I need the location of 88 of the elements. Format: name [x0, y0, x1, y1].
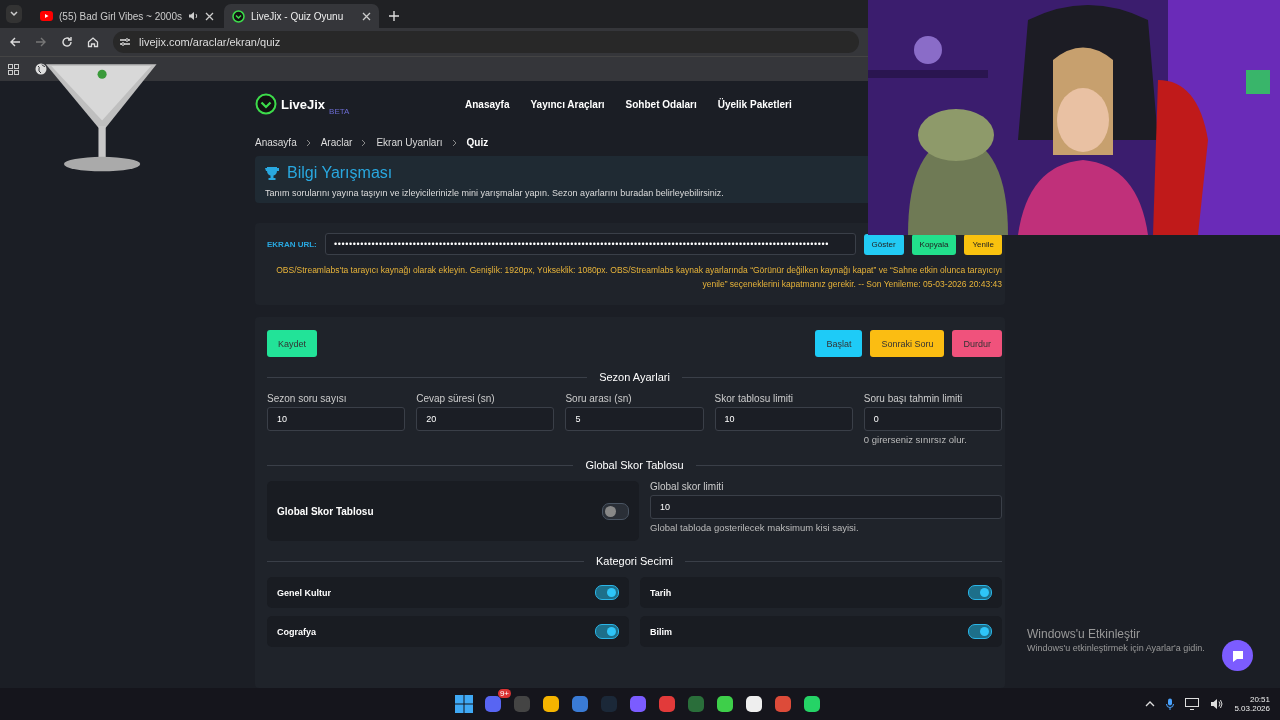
site-logo[interactable]: LiveJix	[281, 96, 326, 112]
action-button[interactable]: Kopyala	[911, 233, 957, 255]
toggle-switch[interactable]	[595, 585, 619, 600]
action-button[interactable]: Yenile	[964, 233, 1002, 255]
category-label: Genel Kultur	[277, 587, 331, 598]
close-icon[interactable]	[204, 11, 214, 21]
page-description: Tanım sorularını yayına taşıyın ve izleyicilerinizle mini yarışmalar yapın. Sezon ayarlarını buradan belirleyebilirsiniz.	[265, 188, 725, 198]
activation-text: Windows'u etkinleştirmek için Ayarlar'a gidin.	[1027, 643, 1205, 653]
site-logo-icon	[231, 9, 245, 23]
instruction-note: OBS/Streamlabs'ta tarayıcı kaynağı olarak ekleyin. Genişlik: 1920px, Yükseklik: 1080px. OBS/Streamlabs kaynak ayarlarında “Görünür değilken kaynağı kapat” ve “Sahne etkin olunca tarayıcıyı yenile” seçeneklerini kapatmanız gerekir. -- Son Yenileme: 05-03-2026 20:43:43	[275, 264, 1002, 291]
forward-icon[interactable]	[35, 36, 47, 48]
url-field[interactable]: ••••••••••••••••••••••••••••••••••••••••••••••••••••••••••••••••••••••••••••••••••••••••••••••••••••••••••••••••••••••••••••••••••••	[325, 233, 856, 255]
save-button[interactable]: Kaydet	[267, 330, 318, 357]
breadcrumb-link[interactable]: Araclar	[320, 137, 353, 148]
notification-badge: 9+	[497, 689, 511, 698]
number-field[interactable]: 0	[863, 407, 1002, 431]
start-icon[interactable]	[455, 695, 473, 713]
field-label: Cevap süresi (sn)	[416, 393, 496, 404]
breadcrumb-link[interactable]: Anasayfa	[255, 137, 297, 148]
number-field[interactable]: 10	[267, 407, 406, 431]
chevron-up-icon[interactable]	[1145, 700, 1156, 708]
chat-button[interactable]	[1222, 640, 1253, 671]
field-label: Skor tablosu limiti	[714, 393, 794, 404]
toggle-switch[interactable]	[968, 585, 992, 600]
video-site-icon	[40, 11, 53, 21]
action-button[interactable]: Başlat	[815, 330, 863, 357]
breadcrumb-link[interactable]: Ekran Uyanları	[376, 137, 443, 148]
chevron-down-icon	[9, 9, 19, 19]
app-icon[interactable]	[542, 695, 560, 713]
field-label: Soru arası (sn)	[565, 393, 633, 404]
action-button[interactable]: Sonraki Soru	[870, 330, 945, 357]
category-label: Tarih	[650, 587, 672, 598]
browser-tab[interactable]: (55) Bad Girl Vibes ~ 2000s	[32, 4, 222, 28]
section-heading: Global Skor Tablosu	[585, 459, 684, 471]
chevron-icon	[451, 138, 458, 147]
field-hint: Global tabloda gosterilecek maksimum kisi sayisi.	[650, 522, 860, 533]
chat-icon	[1230, 648, 1245, 663]
page-title: Bilgi Yarışması	[287, 164, 393, 182]
action-button[interactable]: Göster	[863, 233, 904, 255]
toggle-label: Global Skor Tablosu	[277, 505, 374, 517]
apps-grid-icon[interactable]	[8, 63, 19, 75]
app-icon[interactable]	[803, 695, 821, 713]
new-tab-icon[interactable]	[388, 11, 399, 21]
clock-date[interactable]: 5.03.2026	[1234, 704, 1270, 713]
number-field[interactable]: 5	[565, 407, 704, 431]
number-field[interactable]: 20	[416, 407, 555, 431]
tab-search-button[interactable]	[6, 5, 22, 23]
toggle-switch[interactable]	[968, 624, 992, 639]
browser-tab[interactable]: LiveJix - Quiz Oyunu	[223, 4, 379, 28]
field-label: Global skor limiti	[650, 481, 725, 492]
app-icon[interactable]	[716, 695, 734, 713]
logo-icon[interactable]	[255, 93, 277, 115]
field-hint: 0 girerseniz sınırsız olur.	[863, 434, 968, 445]
nav-link[interactable]: Yayıncı Araçları	[530, 98, 605, 110]
nav-link[interactable]: Sohbet Odaları	[625, 98, 697, 110]
nav-link[interactable]: Anasayfa	[465, 98, 510, 110]
speaker-icon[interactable]	[1210, 698, 1224, 710]
action-button[interactable]: Durdur	[952, 330, 1002, 357]
field-label: EKRAN URL:	[267, 239, 317, 249]
close-icon[interactable]	[361, 11, 371, 21]
toggle-switch[interactable]	[595, 624, 619, 639]
number-field[interactable]: 10	[650, 495, 1002, 519]
microphone-icon[interactable]	[1166, 698, 1175, 710]
beta-label: BETA	[329, 106, 350, 116]
field-label: Soru başı tahmin limiti	[863, 393, 964, 404]
field-label: Sezon soru sayısı	[267, 393, 348, 404]
app-icon[interactable]	[745, 695, 763, 713]
chevron-icon	[305, 138, 312, 147]
activation-title: Windows'u Etkinleştir	[1027, 627, 1141, 641]
nav-link[interactable]: Üyelik Paketleri	[717, 98, 792, 110]
back-icon[interactable]	[9, 36, 21, 48]
reload-icon[interactable]	[61, 36, 73, 48]
number-field[interactable]: 10	[714, 407, 853, 431]
home-icon[interactable]	[87, 36, 99, 48]
chevron-icon	[361, 138, 368, 147]
speaker-icon[interactable]	[187, 11, 199, 21]
address-bar[interactable]: livejix.com/araclar/ekran/quiz	[113, 31, 859, 53]
trophy-icon	[265, 165, 279, 181]
section-heading: Sezon Ayarlari	[599, 371, 670, 383]
globe-icon[interactable]	[35, 63, 47, 75]
category-label: Cografya	[277, 626, 316, 637]
monitor-icon[interactable]	[1185, 698, 1200, 710]
toggle-switch[interactable]	[602, 502, 629, 520]
section-heading: Kategori Secimi	[596, 555, 674, 567]
breadcrumb-link[interactable]: Quiz	[466, 137, 489, 148]
clock-time[interactable]: 20:51	[1249, 695, 1270, 704]
site-settings-icon	[119, 36, 131, 48]
category-label: Bilim	[650, 626, 672, 637]
